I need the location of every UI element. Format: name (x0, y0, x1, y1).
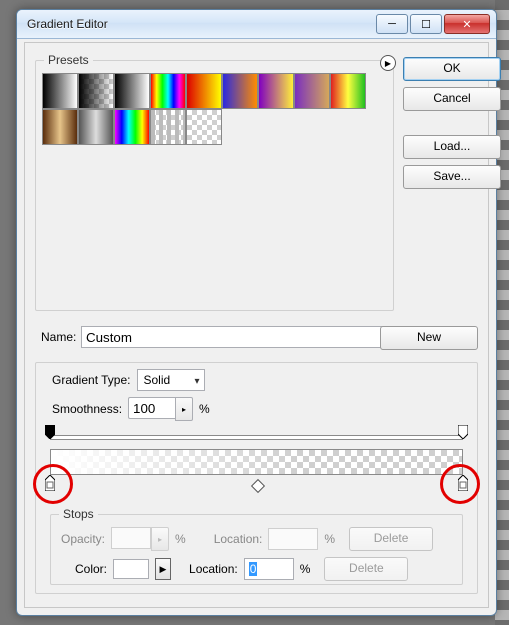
preset-swatch[interactable] (294, 73, 330, 109)
smoothness-unit: % (199, 402, 210, 416)
location2-unit: % (300, 562, 311, 576)
opacity-stop-left[interactable] (45, 425, 55, 439)
smoothness-label: Smoothness: (52, 402, 122, 416)
stops-group: Stops Opacity: ▸ % Location: % Delete Co… (50, 507, 463, 585)
name-input[interactable] (81, 326, 401, 348)
preset-swatch[interactable] (186, 73, 222, 109)
preset-swatch[interactable] (114, 109, 150, 145)
maximize-button[interactable]: ☐ (410, 14, 442, 34)
cancel-button[interactable]: Cancel (403, 87, 501, 111)
gradient-type-combo[interactable]: Solid (137, 369, 205, 391)
preset-swatch[interactable] (222, 73, 258, 109)
gradient-settings-group: Gradient Type: Solid Smoothness: ▸ % (35, 362, 478, 594)
location2-input[interactable]: 0 (244, 558, 294, 580)
location1-unit: % (324, 532, 335, 546)
preset-swatch[interactable] (114, 73, 150, 109)
titlebar[interactable]: Gradient Editor ─ ☐ ✕ (17, 10, 496, 39)
opacity-stop-right[interactable] (458, 425, 468, 439)
preset-swatch[interactable] (150, 73, 186, 109)
midpoint-handle[interactable] (250, 479, 264, 493)
gradient-type-label: Gradient Type: (52, 373, 131, 387)
color-stop-left[interactable] (45, 475, 55, 491)
presets-menu-button[interactable]: ▶ (380, 55, 396, 71)
stops-legend: Stops (59, 507, 98, 521)
minimize-button[interactable]: ─ (376, 14, 408, 34)
ok-button[interactable]: OK (403, 57, 501, 81)
gradient-bar-area (50, 429, 463, 509)
preset-swatch[interactable] (78, 109, 114, 145)
color-menu-button[interactable]: ▶ (155, 558, 171, 580)
delete-opacity-stop-button: Delete (349, 527, 433, 551)
preset-swatch[interactable] (258, 73, 294, 109)
window-title: Gradient Editor (27, 17, 374, 31)
location1-input (268, 528, 318, 550)
preset-swatch[interactable] (42, 109, 78, 145)
new-button[interactable]: New (380, 326, 478, 350)
smoothness-stepper[interactable]: ▸ (175, 397, 193, 421)
save-button[interactable]: Save... (403, 165, 501, 189)
preset-swatch[interactable] (150, 109, 186, 145)
location2-label: Location: (189, 562, 238, 576)
location1-label: Location: (214, 532, 263, 546)
opacity-track[interactable] (50, 435, 463, 440)
gradient-preview-bar[interactable] (50, 449, 463, 475)
smoothness-input[interactable] (128, 397, 175, 419)
opacity-input (111, 527, 151, 549)
preset-swatch[interactable] (42, 73, 78, 109)
opacity-unit: % (175, 532, 186, 546)
preset-swatch[interactable] (330, 73, 366, 109)
preset-row (42, 73, 387, 109)
opacity-stepper: ▸ (151, 527, 169, 551)
preset-swatch[interactable] (78, 73, 114, 109)
color-well[interactable] (113, 559, 149, 579)
color-stop-right[interactable] (458, 475, 468, 491)
preset-row (42, 109, 387, 145)
load-button[interactable]: Load... (403, 135, 501, 159)
close-button[interactable]: ✕ (444, 14, 490, 34)
opacity-label: Opacity: (61, 532, 105, 546)
name-label: Name: (41, 330, 76, 344)
preset-swatch[interactable] (186, 109, 222, 145)
delete-color-stop-button: Delete (324, 557, 408, 581)
client-area: OK Cancel Load... Save... Presets ▶ Name… (24, 42, 489, 608)
dialog-button-column: OK Cancel Load... Save... (403, 57, 478, 189)
gradient-editor-window: Gradient Editor ─ ☐ ✕ OK Cancel Load... … (16, 9, 497, 616)
presets-legend: Presets (44, 53, 93, 67)
color-label: Color: (75, 562, 107, 576)
presets-group: Presets ▶ (35, 53, 394, 311)
